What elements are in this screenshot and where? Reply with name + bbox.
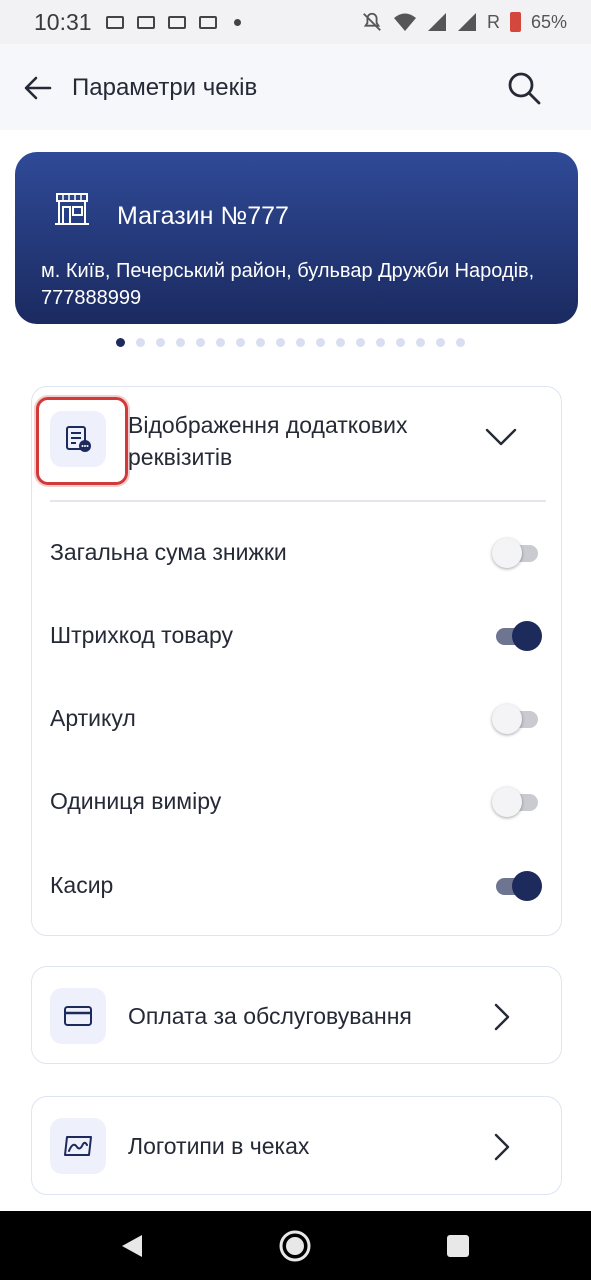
calendar-notification-icon [198, 15, 217, 29]
status-right: R 65% [361, 11, 567, 33]
pager-dot[interactable] [416, 338, 425, 347]
logo-icon-box [50, 1118, 106, 1174]
pager-dot[interactable] [336, 338, 345, 347]
pager-dot[interactable] [136, 338, 145, 347]
pager-dot[interactable] [376, 338, 385, 347]
pager-dot[interactable] [176, 338, 185, 347]
logo-image-icon [64, 1136, 92, 1156]
pager-dot[interactable] [256, 338, 265, 347]
divider [50, 500, 546, 502]
cashier-switch[interactable] [492, 870, 542, 901]
toggle-label: Касир [50, 872, 114, 898]
store-name: Магазин №777 [117, 202, 289, 230]
toggle-row-unit: Одиниця виміру [32, 776, 563, 826]
article-switch[interactable] [492, 703, 540, 734]
toggle-row-discount-total: Загальна сума знижки [32, 527, 563, 577]
additional-details-card: Відображення додаткових реквізитів Загал… [31, 386, 562, 936]
nav-home-icon[interactable] [278, 1229, 312, 1263]
network-type: R [486, 11, 500, 32]
receipt-icon-box [50, 411, 106, 467]
system-nav-bar [0, 1211, 591, 1280]
store-card[interactable]: Магазин №777 м. Київ, Печерський район, … [15, 152, 578, 324]
pager-dot[interactable] [436, 338, 445, 347]
page-title: Параметри чеків [72, 74, 258, 101]
service-payment-label: Оплата за обслуговування [128, 1003, 412, 1029]
pager-dot[interactable] [236, 338, 245, 347]
app-bar: Параметри чеків [0, 44, 591, 130]
card-icon [64, 1006, 92, 1026]
nav-back-icon[interactable] [120, 1233, 144, 1259]
nav-recents-icon[interactable] [447, 1235, 469, 1257]
pager-dot[interactable] [396, 338, 405, 347]
gmail-notification-icon [136, 15, 155, 29]
pager-dot[interactable] [456, 338, 465, 347]
toggle-row-article: Артикул [32, 693, 563, 743]
section-title[interactable]: Відображення додаткових реквізитів [128, 409, 468, 473]
gmail-notification-icon [167, 15, 186, 29]
store-icon [55, 193, 89, 225]
mute-icon [363, 12, 381, 31]
chevron-right-icon [494, 1003, 510, 1031]
pager-dot[interactable] [156, 338, 165, 347]
status-time: 10:31 [34, 8, 92, 35]
store-address: м. Київ, Печерський район, бульвар Дружб… [41, 260, 535, 304]
battery-percent: 65% [530, 11, 567, 32]
pager-dot[interactable] [276, 338, 285, 347]
pager-dot[interactable] [356, 338, 365, 347]
more-notifications-icon [233, 18, 241, 26]
pager-dot[interactable] [116, 338, 125, 347]
toggle-label: Загальна сума знижки [50, 539, 287, 565]
signal-icon [427, 13, 446, 31]
toggle-label: Штрихкод товару [50, 622, 234, 648]
unit-switch[interactable] [492, 786, 540, 817]
receipt-logos-label: Логотипи в чеках [128, 1133, 310, 1159]
toggle-row-barcode: Штрихкод товару [32, 610, 563, 660]
search-icon[interactable] [504, 68, 544, 108]
receipt-logos-item[interactable]: Логотипи в чеках [31, 1096, 562, 1195]
discount-total-switch[interactable] [492, 537, 540, 568]
card-icon-box [50, 988, 106, 1044]
toggle-row-cashier: Касир [32, 860, 563, 910]
store-pager[interactable] [116, 338, 465, 347]
pager-dot[interactable] [316, 338, 325, 347]
barcode-switch[interactable] [492, 620, 542, 651]
toggle-label: Артикул [50, 705, 136, 731]
chevron-down-icon[interactable] [484, 425, 518, 449]
pager-dot[interactable] [216, 338, 225, 347]
back-arrow-icon[interactable] [22, 72, 54, 104]
battery-icon [509, 12, 521, 32]
pager-dot[interactable] [196, 338, 205, 347]
status-bar: 10:31 R 65% [0, 0, 591, 44]
service-payment-item[interactable]: Оплата за обслуговування [31, 966, 562, 1064]
pager-dot[interactable] [296, 338, 305, 347]
receipt-details-icon [66, 426, 91, 452]
signal-icon [457, 13, 476, 31]
wifi-icon [393, 13, 416, 31]
gmail-notification-icon [105, 15, 124, 29]
chevron-right-icon [494, 1133, 510, 1161]
toggle-label: Одиниця виміру [50, 788, 222, 814]
